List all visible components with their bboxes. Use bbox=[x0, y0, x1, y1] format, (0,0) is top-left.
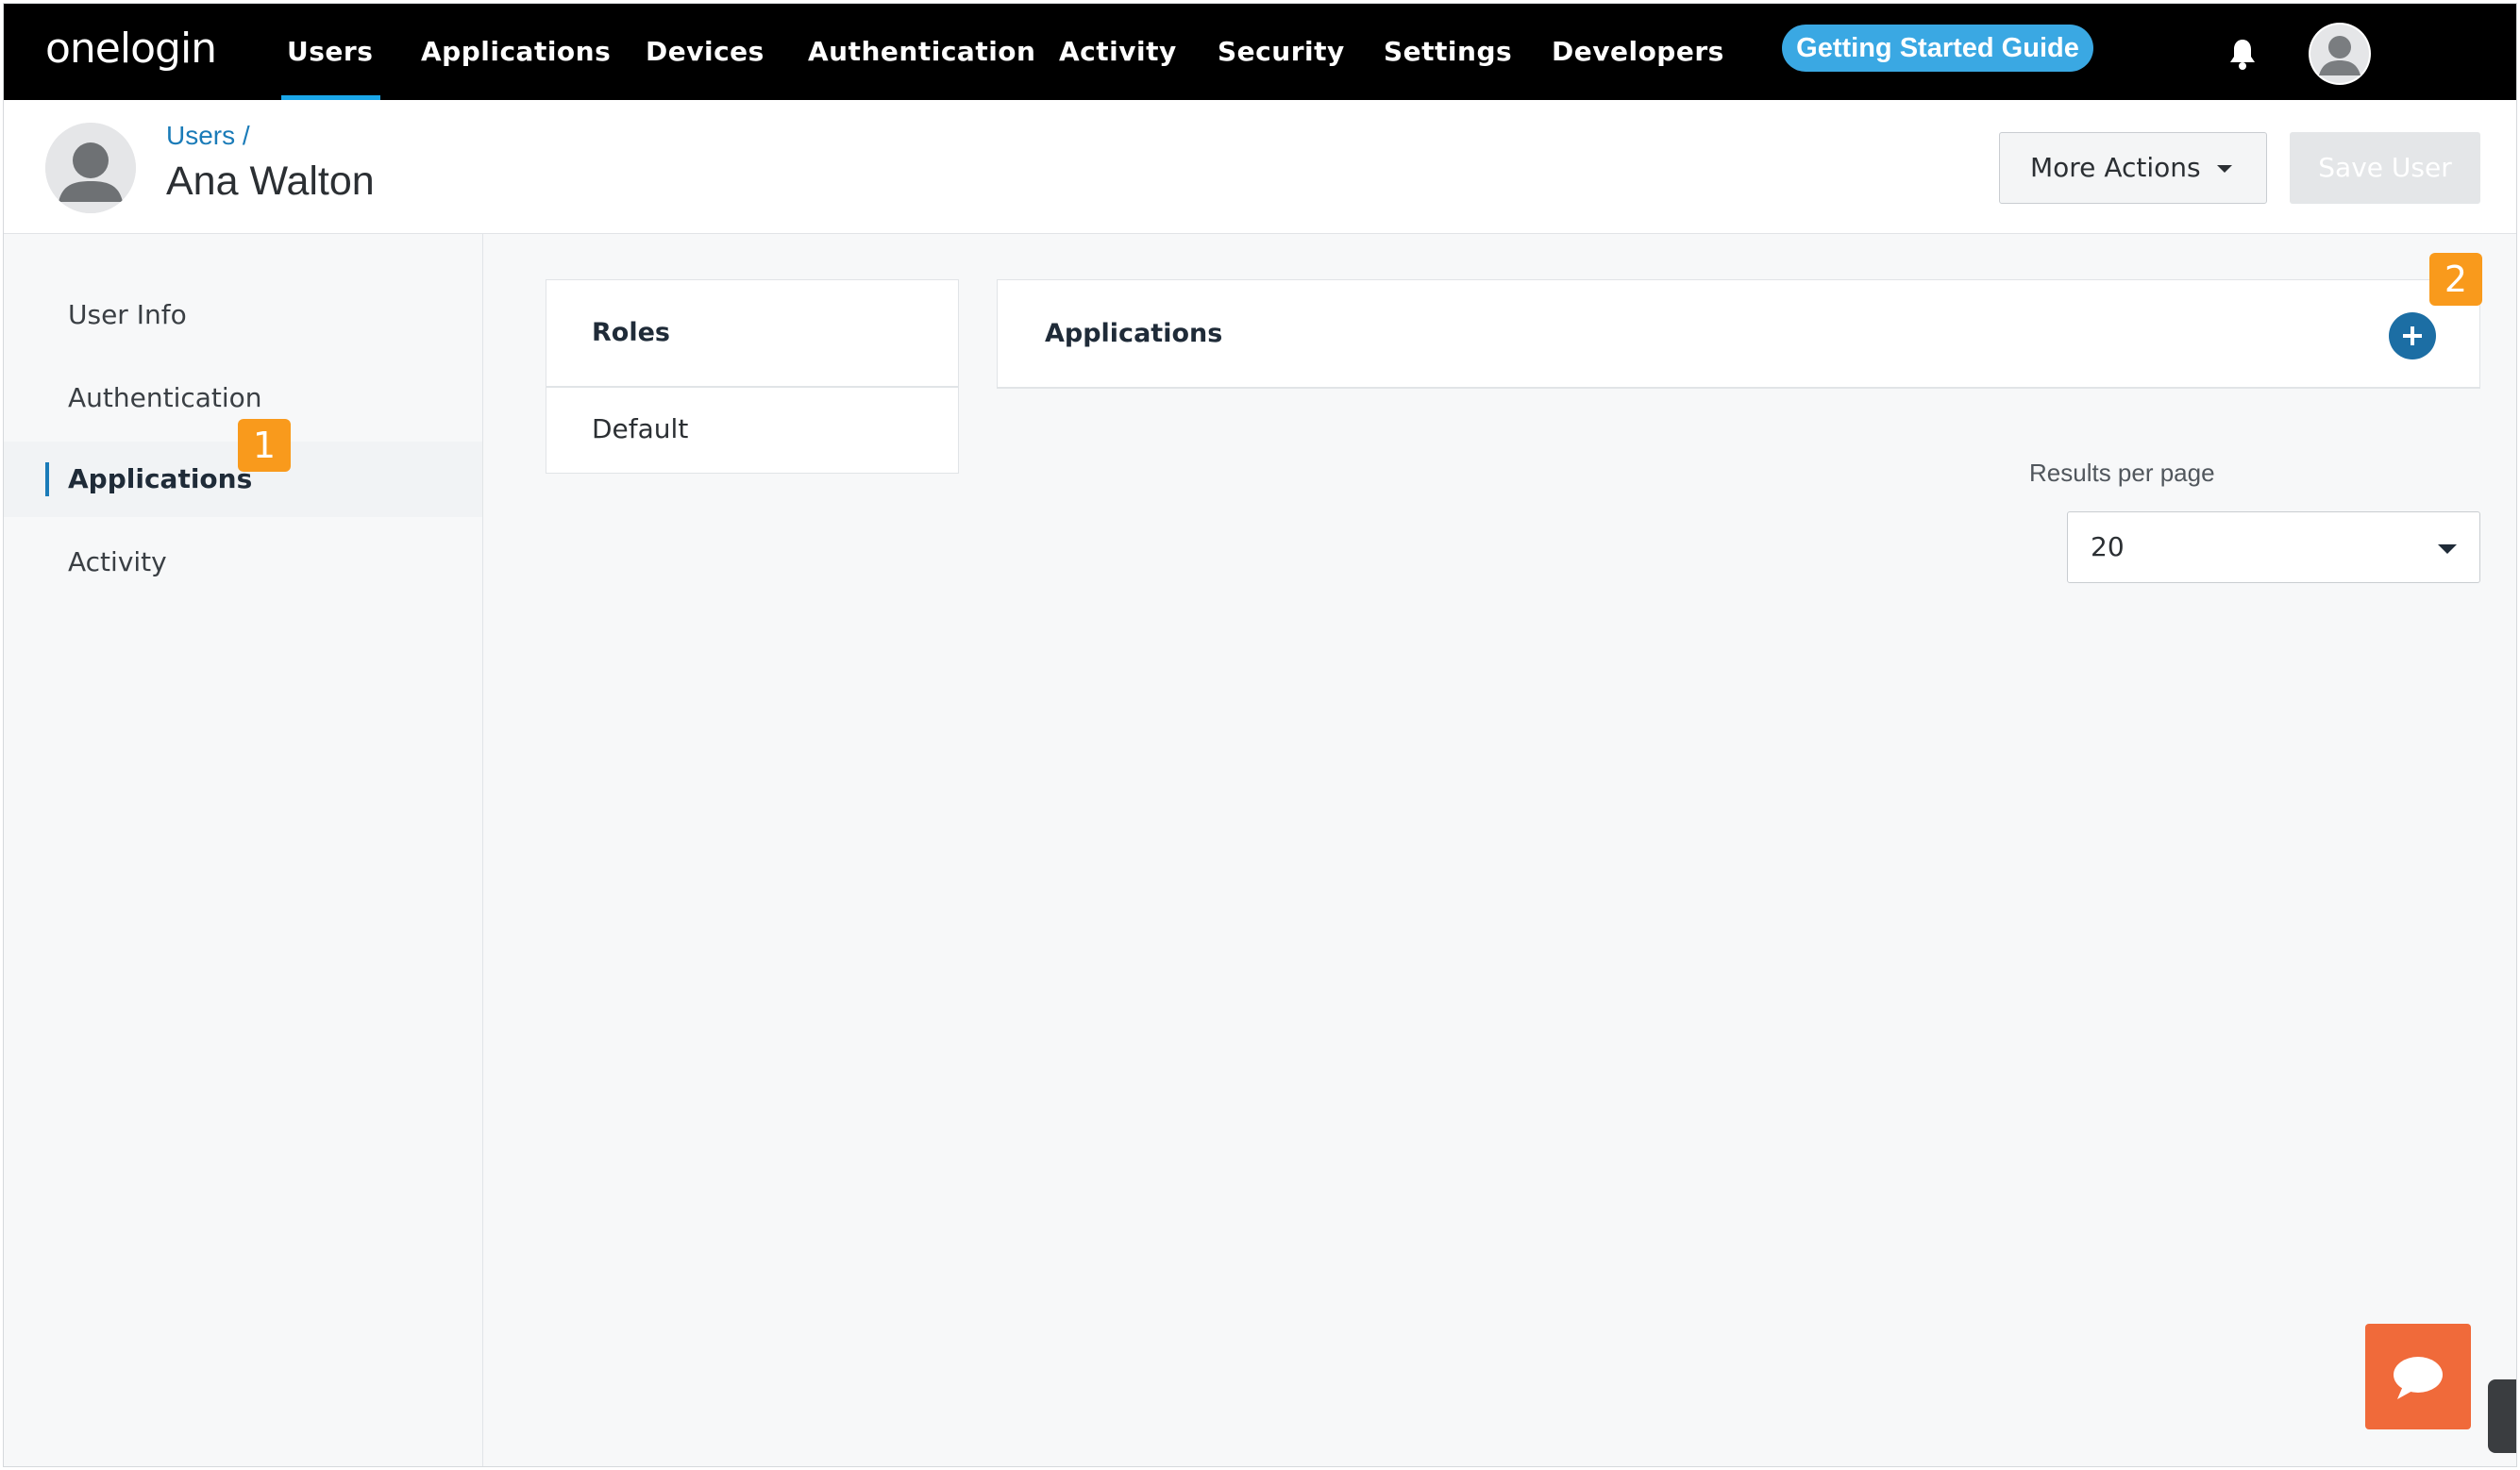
breadcrumb-users-link[interactable]: Users / bbox=[166, 121, 250, 151]
sidebar: User Info Authentication Applications Ac… bbox=[4, 234, 483, 1466]
save-user-button[interactable]: Save User bbox=[2290, 132, 2480, 204]
app-window: onelogin Users Applications Devices Auth… bbox=[3, 3, 2517, 1467]
results-per-page-value: 20 bbox=[2091, 531, 2125, 562]
feedback-tab[interactable] bbox=[2488, 1379, 2516, 1453]
results-per-page-label: Results per page bbox=[2029, 459, 2215, 487]
annotation-badge-1: 1 bbox=[238, 419, 291, 472]
user-avatar bbox=[45, 123, 136, 213]
page-title: Ana Walton bbox=[166, 159, 375, 204]
roles-title: Roles bbox=[546, 280, 958, 388]
bell-icon[interactable] bbox=[2228, 38, 2257, 70]
plus-circle-icon[interactable] bbox=[2389, 312, 2436, 359]
sidebar-item-activity[interactable]: Activity bbox=[4, 525, 482, 600]
chat-bubble-icon bbox=[2394, 1357, 2443, 1399]
annotation-badge-2: 2 bbox=[2429, 253, 2482, 306]
page-header: Users / Ana Walton More Actions Save Use… bbox=[4, 100, 2516, 234]
results-per-page-select[interactable]: 20 bbox=[2067, 511, 2480, 583]
top-navigation: onelogin Users Applications Devices Auth… bbox=[4, 4, 2516, 100]
roles-panel: Roles Default bbox=[546, 279, 959, 474]
applications-title: Applications bbox=[1045, 319, 1223, 348]
more-actions-label: More Actions bbox=[2030, 152, 2201, 183]
getting-started-guide-button[interactable]: Getting Started Guide bbox=[1782, 25, 2093, 72]
nav-item-developers[interactable]: Developers bbox=[1552, 4, 1724, 100]
sidebar-item-user-info[interactable]: User Info bbox=[4, 277, 482, 353]
profile-avatar[interactable] bbox=[2309, 23, 2371, 85]
chevron-down-icon bbox=[2217, 165, 2232, 173]
nav-item-activity[interactable]: Activity bbox=[1059, 4, 1177, 100]
nav-item-authentication[interactable]: Authentication bbox=[808, 4, 1035, 100]
chat-button[interactable] bbox=[2365, 1324, 2471, 1429]
chevron-down-icon bbox=[2438, 544, 2457, 554]
nav-item-security[interactable]: Security bbox=[1218, 4, 1345, 100]
role-item: Default bbox=[592, 413, 689, 444]
applications-panel: Applications bbox=[997, 279, 2480, 389]
more-actions-button[interactable]: More Actions bbox=[1999, 132, 2267, 204]
nav-item-settings[interactable]: Settings bbox=[1384, 4, 1512, 100]
nav-item-applications[interactable]: Applications bbox=[421, 4, 611, 100]
user-silhouette-icon bbox=[45, 123, 136, 213]
nav-item-users[interactable]: Users bbox=[280, 4, 381, 100]
onelogin-logo[interactable]: onelogin bbox=[45, 25, 217, 73]
user-avatar-icon bbox=[2310, 25, 2369, 83]
nav-item-devices[interactable]: Devices bbox=[646, 4, 764, 100]
